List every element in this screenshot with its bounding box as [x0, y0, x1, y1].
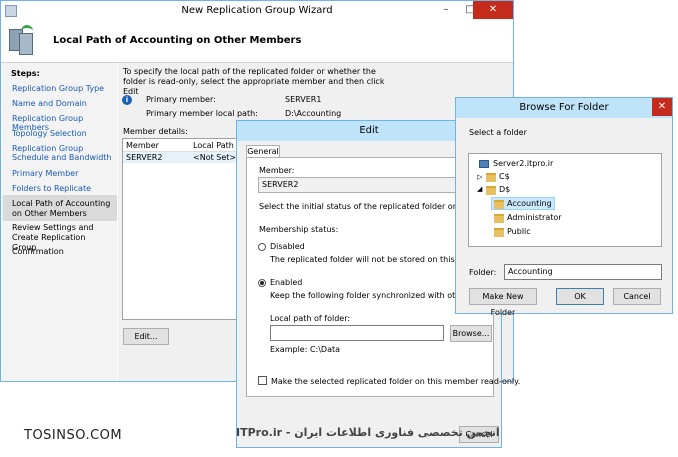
member-field: SERVER2 — [258, 177, 476, 193]
step-folders-to-replicate[interactable]: Folders to Replicate — [12, 184, 91, 193]
step-name-and-domain[interactable]: Name and Domain — [12, 99, 87, 108]
disabled-label[interactable]: Disabled — [270, 242, 305, 251]
folder-icon — [494, 228, 507, 237]
browse-close-icon[interactable]: ✕ — [652, 98, 672, 116]
watermark-left: TOSINSO.COM — [24, 428, 123, 443]
local-path-value: D:\Accounting — [285, 109, 342, 118]
tree-c-drive[interactable]: C$ — [499, 172, 510, 181]
column-header-local-path[interactable]: Local Path — [193, 141, 234, 150]
row-local-path: <Not Set> — [193, 153, 237, 162]
member-list[interactable]: Member Local Path SERVER2 <Not Set> — [122, 138, 242, 320]
step-schedule-and-bandwidth[interactable]: Replication Group Schedule and Bandwidth — [12, 144, 112, 162]
tree-item-public[interactable]: Public — [507, 227, 531, 236]
step-local-path-current: Local Path of Accounting on Other Member… — [12, 199, 111, 218]
member-label: Member: — [259, 166, 295, 175]
enabled-label[interactable]: Enabled — [270, 278, 302, 287]
close-icon[interactable]: ✕ — [473, 1, 513, 19]
browse-dialog: Browse For Folder ✕ Select a folder Serv… — [455, 97, 673, 317]
step-primary-member[interactable]: Primary Member — [12, 169, 78, 178]
drive-d-icon — [486, 186, 499, 195]
steps-label: Steps: — [11, 69, 40, 78]
row-member: SERVER2 — [126, 153, 163, 162]
primary-member-value: SERVER1 — [285, 95, 322, 104]
tree-root[interactable]: Server2.itpro.ir — [493, 159, 553, 168]
readonly-checkbox[interactable] — [258, 376, 267, 385]
make-new-folder-button[interactable]: Make New Folder — [469, 288, 537, 317]
folder-icon — [494, 200, 507, 209]
cancel-button[interactable]: Cancel — [613, 288, 661, 305]
column-header-member[interactable]: Member — [126, 141, 159, 150]
watermark-right: انجمن تخصصی فناوری اطلاعات ایران - ITPro… — [236, 426, 500, 439]
minimize-icon[interactable]: – — [433, 1, 459, 19]
folder-tree[interactable]: Server2.itpro.ir ▷ C$ ◢ D$ Accounting Ad… — [468, 153, 662, 247]
step-replication-group-type[interactable]: Replication Group Type — [12, 84, 104, 93]
collapse-d-icon[interactable]: ◢ — [477, 185, 482, 193]
app-icon — [5, 5, 17, 17]
ok-button[interactable]: OK — [556, 288, 604, 305]
browse-titlebar[interactable]: Browse For Folder — [456, 98, 672, 118]
step-topology-selection[interactable]: Topology Selection — [12, 129, 87, 138]
wizard-title: New Replication Group Wizard — [181, 5, 333, 16]
steps-pane: Steps: Replication Group Type Name and D… — [1, 63, 117, 381]
browse-button[interactable]: Browse... — [450, 325, 492, 342]
tree-d-drive[interactable]: D$ — [499, 185, 510, 194]
step-confirmation: Confirmation — [12, 247, 64, 256]
expand-c-icon[interactable]: ▷ — [477, 173, 482, 181]
local-path-input[interactable] — [270, 325, 444, 341]
tree-item-administrator[interactable]: Administrator — [507, 213, 562, 222]
tree-item-accounting[interactable]: Accounting — [507, 199, 552, 208]
primary-member-label: Primary member: — [146, 95, 216, 104]
local-path-of-folder-label: Local path of folder: — [270, 314, 351, 323]
disabled-radio[interactable] — [258, 243, 266, 251]
wizard-description: To specify the local path of the replica… — [123, 67, 385, 96]
folder-label: Folder: — [469, 268, 497, 277]
enabled-radio[interactable] — [258, 279, 266, 287]
info-icon: i — [122, 95, 132, 105]
folder-icon — [494, 214, 507, 223]
edit-button[interactable]: Edit... — [123, 328, 169, 345]
local-path-label: Primary member local path: — [146, 109, 258, 118]
member-details-label: Member details: — [123, 127, 188, 136]
readonly-label[interactable]: Make the selected replicated folder on t… — [271, 377, 520, 386]
computer-icon — [479, 160, 489, 168]
drive-c-icon — [486, 173, 499, 182]
path-example: Example: C:\Data — [270, 345, 341, 354]
wizard-header-title: Local Path of Accounting on Other Member… — [53, 35, 302, 46]
membership-status-label: Membership status: — [259, 225, 339, 234]
wizard-header-icon — [9, 25, 35, 57]
select-folder-prompt: Select a folder — [469, 128, 527, 137]
browse-title: Browse For Folder — [519, 102, 609, 113]
table-row[interactable]: SERVER2 <Not Set> — [123, 152, 241, 163]
edit-title: Edit — [359, 125, 379, 136]
folder-input[interactable]: Accounting — [504, 264, 662, 280]
